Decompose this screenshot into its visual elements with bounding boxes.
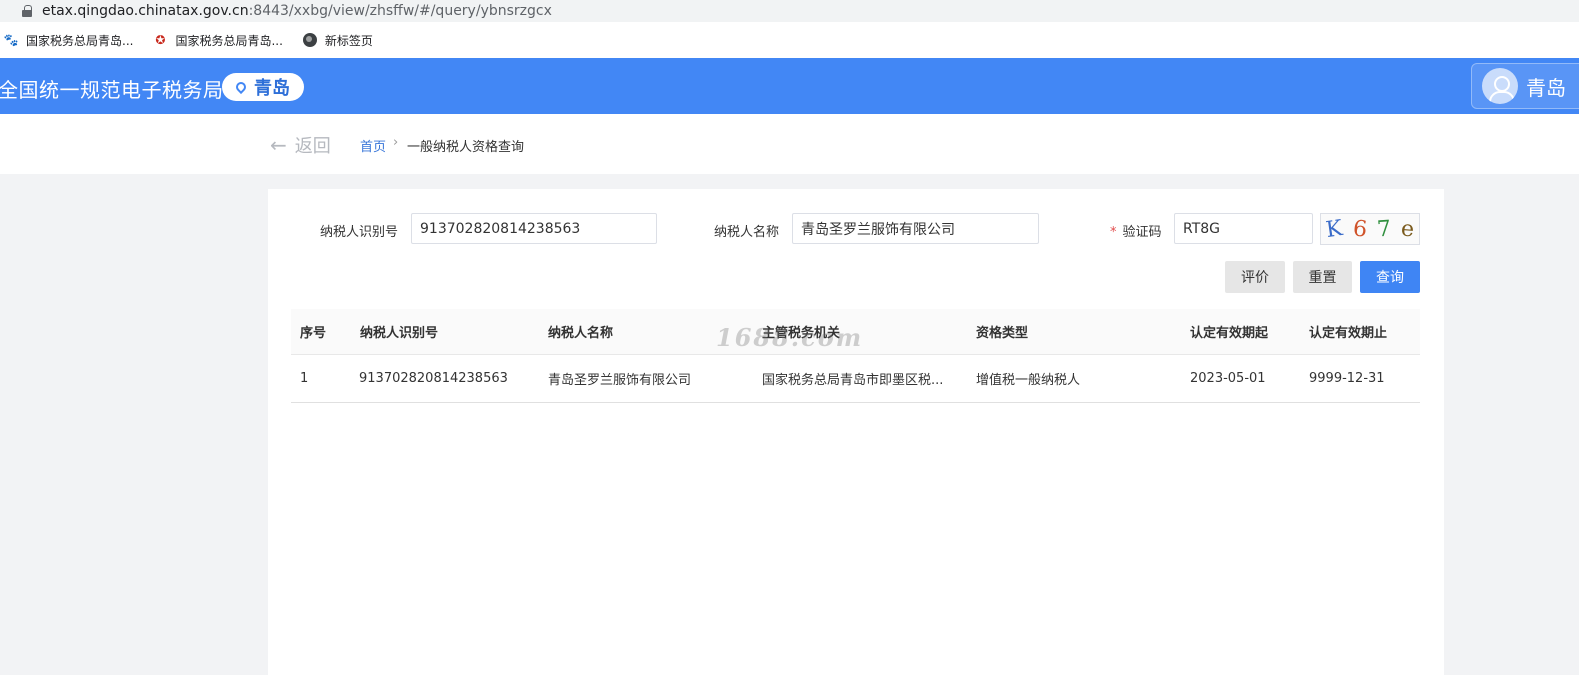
lock-icon[interactable] [22, 5, 32, 17]
taxpayer-id-label: 纳税人识别号 [320, 225, 399, 240]
bookmark-label: 国家税务总局青岛... [26, 33, 134, 48]
url-field[interactable]: etax.qingdao.chinatax.gov.cn:8443/xxbg/v… [10, 0, 1579, 22]
bookmark-label: 新标签页 [324, 33, 373, 48]
result-table: 序号 纳税人识别号 纳税人名称 主管税务机关 资格类型 认定有效期起 认定有效期… [291, 309, 1420, 403]
evaluate-button[interactable]: 评价 [1225, 261, 1285, 293]
header-cell: 资格类型 [976, 326, 1029, 341]
city-selector[interactable]: 青岛 [222, 73, 304, 101]
captcha-char: e [1399, 215, 1415, 243]
captcha-char: 7 [1375, 216, 1392, 242]
required-mark: * [1110, 225, 1117, 240]
captcha-input[interactable] [1174, 213, 1313, 244]
reset-button[interactable]: 重置 [1293, 261, 1352, 293]
row-cell-valid-to: 9999-12-31 [1309, 371, 1385, 386]
row-cell-taxpayer-name: 青岛圣罗兰服饰有限公司 [548, 373, 692, 388]
header-cell: 纳税人识别号 [360, 326, 439, 341]
row-cell-taxpayer-id: 913702820814238563 [359, 371, 508, 386]
breadcrumb-current: 一般纳税人资格查询 [407, 140, 525, 155]
query-button[interactable]: 查询 [1360, 261, 1420, 293]
captcha-char: 6 [1351, 215, 1368, 243]
emblem-icon: ✪ [155, 33, 166, 47]
table-header: 序号 纳税人识别号 纳税人名称 主管税务机关 资格类型 认定有效期起 认定有效期… [291, 309, 1420, 355]
user-menu[interactable]: 青岛 [1471, 63, 1579, 109]
captcha-label-group: * 验证码 [1110, 221, 1162, 240]
row-cell-tax-authority: 国家税务总局青岛市即墨区税... [762, 373, 944, 388]
browser-address-bar: etax.qingdao.chinatax.gov.cn:8443/xxbg/v… [0, 0, 1579, 22]
breadcrumb-bar: ← 返回 首页 › 一般纳税人资格查询 [0, 114, 1579, 174]
app-header: 全国统一规范电子税务局 青岛 青岛 [0, 58, 1579, 114]
back-button[interactable]: ← 返回 [270, 132, 331, 158]
taxpayer-id-input[interactable] [411, 213, 657, 244]
paw-icon: 🐾 [3, 33, 19, 47]
header-cell: 主管税务机关 [762, 326, 841, 341]
breadcrumb-separator: › [393, 135, 399, 150]
bookmark-item[interactable]: ✪ 国家税务总局青岛... [153, 32, 282, 49]
url-host: etax.qingdao.chinatax.gov.cn [42, 3, 249, 19]
table-row[interactable]: 1 913702820814238563 青岛圣罗兰服饰有限公司 国家税务总局青… [291, 355, 1420, 403]
bookmarks-bar: 🐾 国家税务总局青岛... ✪ 国家税务总局青岛... 新标签页 [0, 22, 1579, 58]
app-title: 全国统一规范电子税务局 [0, 78, 224, 102]
avatar-icon [1482, 68, 1518, 104]
location-pin-icon [233, 79, 249, 95]
captcha-char: K [1324, 215, 1345, 243]
header-cell: 认定有效期止 [1309, 326, 1388, 341]
bookmark-item[interactable]: 🐾 国家税务总局青岛... [3, 32, 134, 49]
breadcrumb-home-link[interactable]: 首页 [360, 136, 386, 155]
header-cell: 纳税人名称 [548, 326, 614, 341]
bookmark-label: 国家税务总局青岛... [175, 33, 283, 48]
captcha-image[interactable]: K 6 7 e [1320, 213, 1420, 245]
row-cell-valid-from: 2023-05-01 [1190, 371, 1266, 386]
taxpayer-name-input[interactable] [792, 213, 1039, 244]
globe-icon [302, 33, 317, 47]
taxpayer-name-label: 纳税人名称 [714, 225, 780, 240]
city-label: 青岛 [254, 78, 290, 99]
query-panel: 纳税人识别号 纳税人名称 * 验证码 K 6 7 e 评价 重置 查询 序号 纳税… [268, 189, 1444, 675]
header-cell: 序号 [300, 326, 327, 341]
header-cell: 认定有效期起 [1190, 326, 1269, 341]
row-cell-qualification-type: 增值税一般纳税人 [976, 373, 1081, 388]
bookmark-item[interactable]: 新标签页 [302, 32, 373, 49]
row-cell-index: 1 [300, 371, 309, 386]
arrow-left-icon: ← [270, 133, 287, 157]
url-path: :8443/xxbg/view/zhsffw/#/query/ybnsrzgcx [248, 3, 552, 19]
back-label: 返回 [294, 136, 331, 157]
user-name: 青岛 [1526, 75, 1566, 100]
captcha-label: 验证码 [1122, 225, 1162, 240]
